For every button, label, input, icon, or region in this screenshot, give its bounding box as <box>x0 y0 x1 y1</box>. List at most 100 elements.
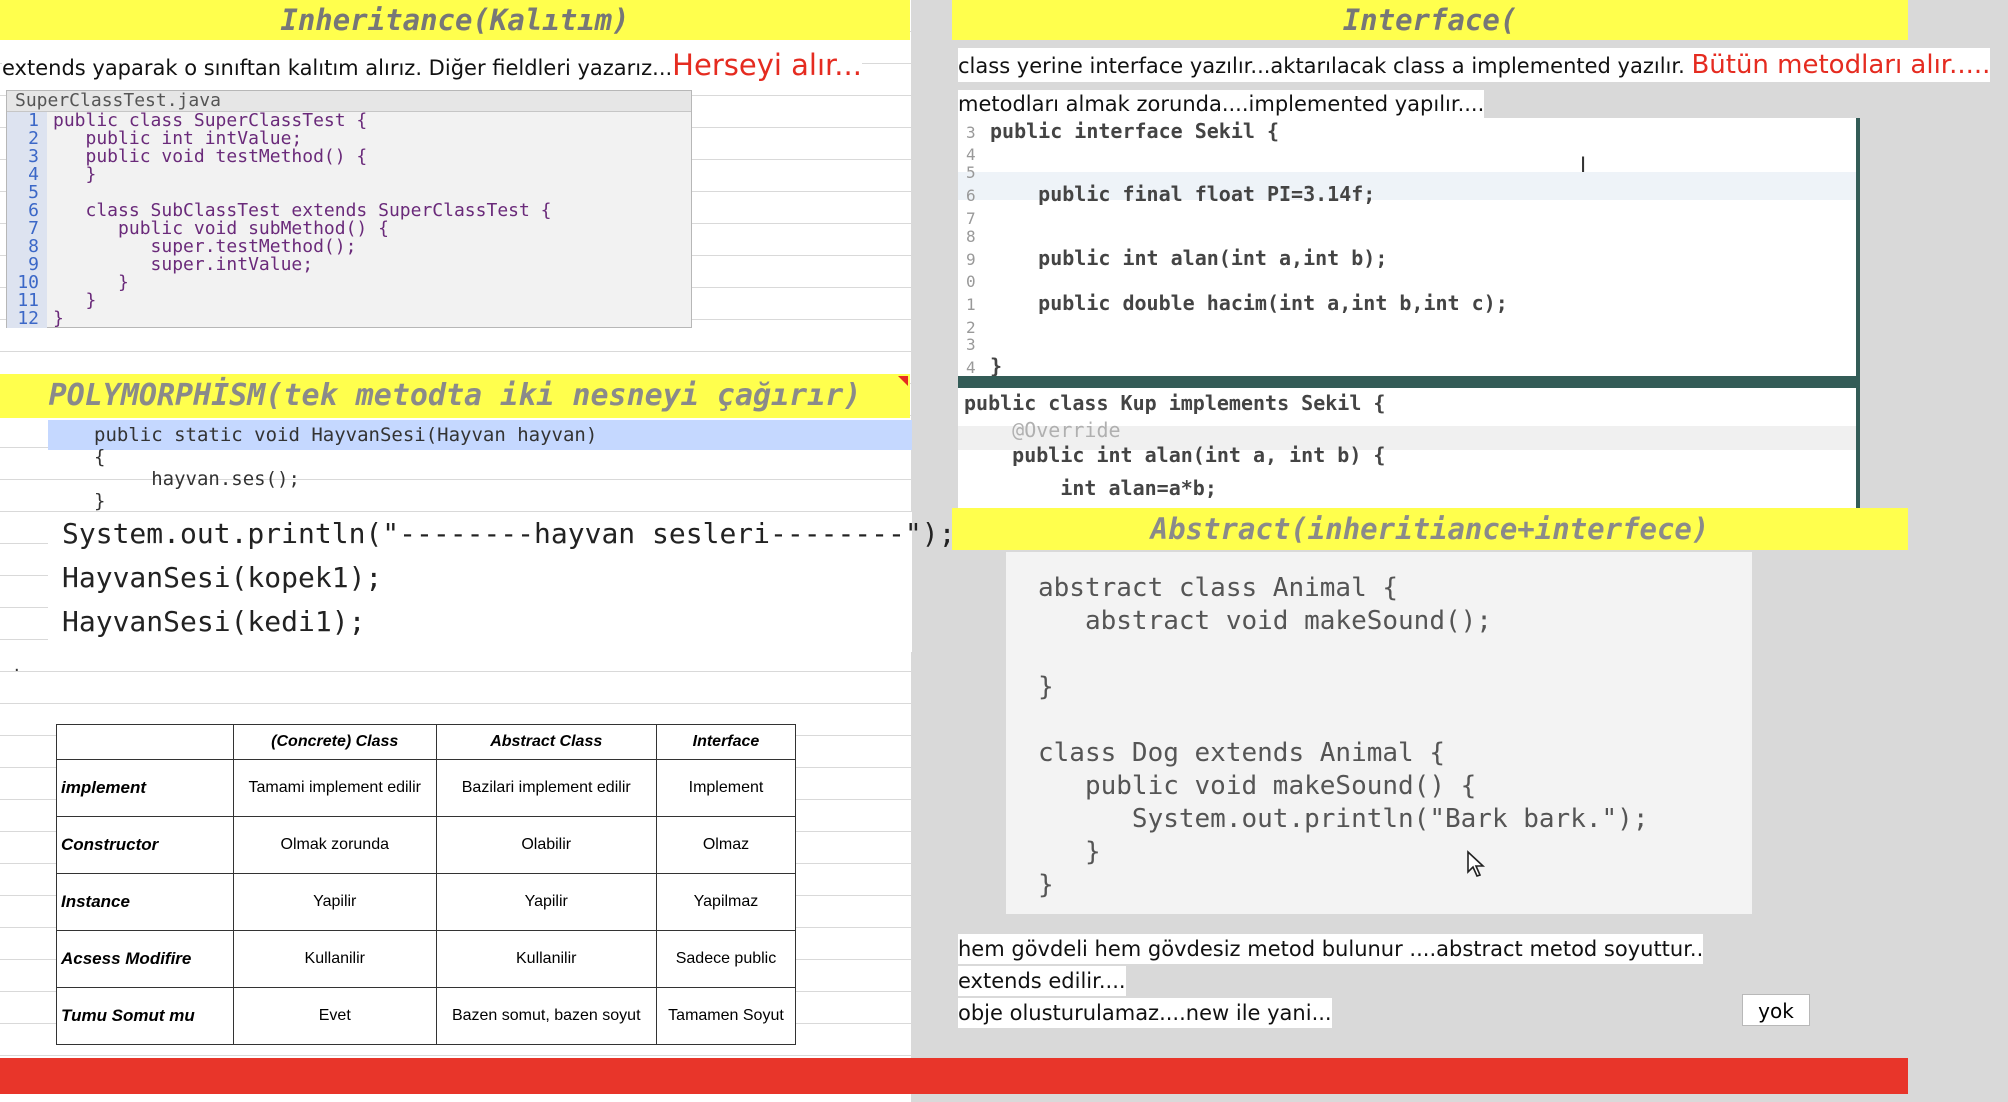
table-row: Instance Yapilir Yapilir Yapilmaz <box>56 873 797 931</box>
code-text: public int alan(int a,int b); <box>990 246 1388 270</box>
line-number: 1 <box>966 295 976 314</box>
table-row: implement Tamami implement edilir Bazilari… <box>56 759 797 817</box>
table-cell: Kullanilir <box>435 930 657 988</box>
code-line: class Dog extends Animal { <box>1038 738 1445 768</box>
code-line: public int alan(int a, int b) { <box>964 443 1386 467</box>
code-line: } <box>94 490 106 512</box>
comparison-table: (Concrete) Class Abstract Class Interface … <box>56 724 797 1045</box>
table-row-header: Constructor <box>56 816 234 874</box>
table-row: Tumu Somut mu Evet Bazen somut, bazen soyu… <box>56 987 797 1045</box>
line-number: 6 <box>7 202 47 220</box>
abstract-note-3: obje olusturulamaz....new ile yani... <box>958 998 1332 1028</box>
table-cell: Yapilmaz <box>655 873 797 931</box>
table-cell: Olmak zorunda <box>233 816 437 874</box>
line-number: 12 <box>7 310 47 328</box>
inheritance-desc-text: extends yaparak o sınıftan kalıtım alırı… <box>2 56 673 80</box>
code-line: public void makeSound() { <box>1038 771 1477 801</box>
code-line: 0 <box>966 272 1856 290</box>
interface-description: class yerine interface yazılır...aktarıl… <box>958 48 1991 82</box>
code-text: } <box>990 354 1003 378</box>
code-line: } <box>1038 870 1054 900</box>
code-line: 3 public interface Sekil { <box>966 118 1856 144</box>
line-number: 7 <box>7 220 47 238</box>
code-line: 10 } <box>7 274 691 292</box>
interface-description-2: metodları almak zorunda....implemented y… <box>958 90 1485 118</box>
code-line: System.out.println("--------hayvan sesle… <box>62 517 956 550</box>
line-number: 4 <box>7 166 47 184</box>
code-line: @Override <box>964 418 1121 442</box>
code-line: 3 public void testMethod() { <box>7 148 691 166</box>
code-text: } <box>53 164 97 185</box>
line-number: 9 <box>966 250 976 269</box>
code-text: public interface Sekil { <box>990 119 1279 143</box>
table-cell: Tamami implement edilir <box>233 759 437 817</box>
code-line: 11 } <box>7 292 691 310</box>
line-number: 8 <box>7 238 47 256</box>
table-cell: Bazilari implement edilir <box>435 759 657 817</box>
red-corner-marker <box>898 376 908 386</box>
inheritance-filename: SuperClassTest.java <box>7 91 691 112</box>
code-line: 8 <box>966 226 1856 246</box>
table-header-cell: Interface <box>655 724 797 760</box>
interface-title: Interface( <box>952 0 1908 40</box>
dot-cell: . <box>14 654 20 676</box>
code-line: 4 } <box>7 166 691 184</box>
line-number: 3 <box>966 123 976 142</box>
table-cell: Olabilir <box>435 816 657 874</box>
inheritance-description: extends yaparak o sınıftan kalıtım alırı… <box>2 48 862 82</box>
code-line: hayvan.ses(); <box>94 468 300 490</box>
table-cell: Implement <box>655 759 797 817</box>
table-header-cell: (Concrete) Class <box>233 724 437 760</box>
line-number: 1 <box>7 112 47 130</box>
mouse-pointer-icon <box>1466 850 1488 883</box>
kup-class-code-block: public class Kup implements Sekil { @Ove… <box>958 376 1860 510</box>
table-cell: Olmaz <box>655 816 797 874</box>
table-row-header: implement <box>56 759 234 817</box>
table-row: Constructor Olmak zorunda Olabilir Olmaz <box>56 816 797 874</box>
polymorphism-method-code: public static void HayvanSesi(Hayvan hay… <box>48 420 912 512</box>
code-line: { <box>94 446 106 468</box>
code-line: 9 public int alan(int a,int b); <box>966 244 1856 272</box>
table-cell: Evet <box>233 987 437 1045</box>
code-line: HayvanSesi(kopek1); <box>62 561 383 594</box>
code-line: 1 public double hacim(int a,int b,int c)… <box>966 288 1856 318</box>
table-row-header: Acsess Modifire <box>56 930 234 988</box>
table-header-cell: Abstract Class <box>435 724 657 760</box>
code-text: public double hacim(int a,int b,int c); <box>990 291 1508 315</box>
code-line: 7 <box>966 208 1856 228</box>
code-line: } <box>1038 672 1054 702</box>
inheritance-highlight: Herseyi alır... <box>672 48 862 82</box>
polymorphism-call-code: System.out.println("--------hayvan sesle… <box>48 512 956 652</box>
abstract-note-1: hem gövdeli hem gövdesiz metod bulunur .… <box>958 934 1704 964</box>
code-line: HayvanSesi(kedi1); <box>62 605 366 638</box>
interface-highlight: Bütün metodları alır..... <box>1691 50 1991 80</box>
abstract-code-block: abstract class Animal { abstract void ma… <box>1006 552 1752 914</box>
table-row-header: Tumu Somut mu <box>56 987 234 1045</box>
polymorphism-title: POLYMORPHİSM(tek metodta iki nesneyi çağ… <box>0 374 910 418</box>
interface-desc-text: class yerine interface yazılır...aktarıl… <box>958 54 1685 78</box>
code-line: abstract void makeSound(); <box>1038 606 1492 636</box>
code-line: public class Kup implements Sekil { <box>964 391 1386 415</box>
code-line: 6 public final float PI=3.14f; <box>966 180 1856 208</box>
table-cell: Tamamen Soyut <box>655 987 797 1045</box>
code-line: 3 <box>966 334 1856 354</box>
code-line: System.out.println("Bark bark."); <box>1038 804 1649 834</box>
selected-cell[interactable]: yok <box>1742 994 1810 1026</box>
table-cell: Yapilir <box>435 873 657 931</box>
table-cell: Sadece public <box>655 930 797 988</box>
inheritance-title: Inheritance(Kalıtım) <box>0 0 910 40</box>
line-number: 5 <box>7 184 47 202</box>
code-line: 5 <box>966 162 1856 182</box>
table-header-cell <box>56 724 234 760</box>
bottom-red-bar <box>0 1058 1908 1094</box>
line-number: 6 <box>966 186 976 205</box>
line-number: 3 <box>7 148 47 166</box>
code-text: } <box>53 308 64 329</box>
code-line: public static void HayvanSesi(Hayvan hay… <box>94 424 598 446</box>
table-cell: Bazen somut, bazen soyut <box>435 987 657 1045</box>
abstract-note-2: extends edilir.... <box>958 966 1126 996</box>
code-line: abstract class Animal { <box>1038 573 1399 603</box>
code-line: 2 <box>966 318 1856 336</box>
